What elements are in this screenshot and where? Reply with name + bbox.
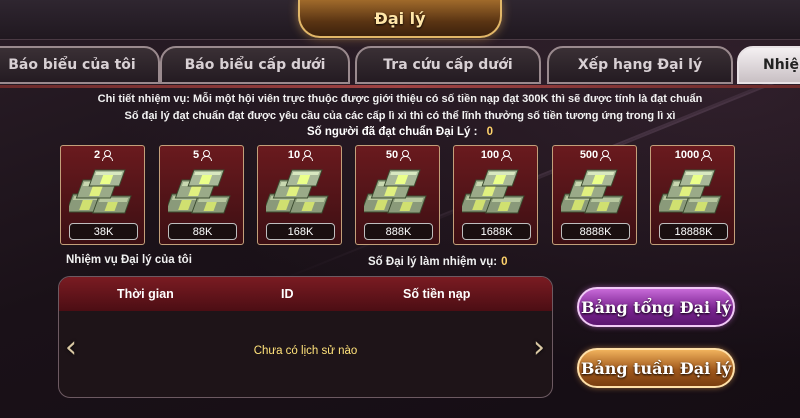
reward-card-head: 2 bbox=[61, 146, 144, 164]
reward-card: 10 168K bbox=[257, 145, 342, 245]
reward-agent-count: 50 bbox=[385, 149, 399, 161]
agents-on-mission-label: Số Đại lý làm nhiệm vụ: bbox=[368, 256, 498, 268]
column-time: Thời gian bbox=[117, 287, 174, 301]
qualified-count-row: Số người đã đạt chuẩn Đại Lý : 0 bbox=[0, 126, 800, 138]
reward-amount: 1688K bbox=[462, 223, 531, 240]
column-deposit: Số tiền nạp bbox=[403, 287, 471, 301]
person-icon bbox=[302, 150, 314, 161]
reward-agent-count: 5 bbox=[192, 149, 200, 161]
reward-amount: 38K bbox=[69, 223, 138, 240]
reward-card: 100 1688K bbox=[453, 145, 538, 245]
my-mission-label: Nhiệm vụ Đại lý của tôi bbox=[66, 254, 192, 266]
next-arrow-icon[interactable]: › bbox=[530, 330, 548, 365]
tab-bar: Báo biểu của tôi Báo biểu cấp dưới Tra c… bbox=[0, 46, 800, 86]
money-stack-icon bbox=[168, 169, 231, 214]
person-icon bbox=[600, 150, 612, 161]
money-stack-icon bbox=[266, 169, 329, 214]
agents-on-mission-row: Số Đại lý làm nhiệm vụ: 0 bbox=[368, 256, 508, 268]
reward-card: 2 38K bbox=[60, 145, 145, 245]
history-panel: Thời gian ID Số tiền nạp Chưa có lịch sử… bbox=[58, 276, 553, 398]
weekly-agent-board-button[interactable]: Bảng tuần Đại lý bbox=[577, 348, 735, 388]
reward-card: 50 888K bbox=[355, 145, 440, 245]
tab-my-report[interactable]: Báo biểu của tôi bbox=[0, 46, 160, 84]
reward-agent-count: 500 bbox=[579, 149, 599, 161]
mission-rule: Số đại lý đạt chuẩn đạt được yêu cầu của… bbox=[124, 110, 676, 122]
page-title: Đại lý bbox=[374, 8, 426, 28]
reward-agent-count: 10 bbox=[287, 149, 301, 161]
history-header: Thời gian ID Số tiền nạp bbox=[59, 277, 552, 311]
reward-card-head: 5 bbox=[160, 146, 243, 164]
money-stack-icon bbox=[462, 169, 525, 214]
top-bar: Đại lý bbox=[0, 0, 800, 40]
person-icon bbox=[201, 150, 213, 161]
title-plate: Đại lý bbox=[298, 0, 502, 38]
reward-card-head: 10 bbox=[258, 146, 341, 164]
reward-agent-count: 1000 bbox=[674, 149, 700, 161]
tab-divider bbox=[0, 85, 800, 88]
qualified-count-value: 0 bbox=[486, 126, 494, 138]
total-agent-board-button[interactable]: Bảng tổng Đại lý bbox=[577, 287, 735, 327]
reward-card-head: 100 bbox=[454, 146, 537, 164]
agents-on-mission-value: 0 bbox=[501, 256, 508, 268]
person-icon bbox=[400, 150, 412, 161]
reward-agent-count: 2 bbox=[93, 149, 101, 161]
reward-amount: 18888K bbox=[659, 223, 728, 240]
history-empty-text: Chưa có lịch sử nào bbox=[253, 345, 358, 357]
reward-amount: 88K bbox=[168, 223, 237, 240]
money-stack-icon bbox=[659, 169, 722, 214]
money-stack-icon bbox=[561, 169, 624, 214]
reward-card: 1000 18888K bbox=[650, 145, 735, 245]
prev-arrow-icon[interactable]: ‹ bbox=[62, 330, 80, 365]
reward-card: 500 8888K bbox=[552, 145, 637, 245]
mission-detail: Chi tiết nhiệm vụ: Mỗi một hội viên trực… bbox=[97, 93, 703, 105]
reward-amount: 888K bbox=[364, 223, 433, 240]
reward-agent-count: 100 bbox=[480, 149, 500, 161]
reward-card-head: 500 bbox=[553, 146, 636, 164]
column-id: ID bbox=[281, 287, 294, 301]
person-icon bbox=[701, 150, 713, 161]
money-stack-icon bbox=[69, 169, 132, 214]
tab-sub-report[interactable]: Báo biểu cấp dưới bbox=[160, 46, 350, 84]
reward-amount: 168K bbox=[266, 223, 335, 240]
tab-agent-ranking[interactable]: Xếp hạng Đại lý bbox=[547, 46, 733, 84]
person-icon bbox=[102, 150, 114, 161]
reward-card-head: 1000 bbox=[651, 146, 734, 164]
tab-sub-lookup[interactable]: Tra cứu cấp dưới bbox=[355, 46, 541, 84]
qualified-count-label: Số người đã đạt chuẩn Đại Lý : bbox=[306, 126, 478, 138]
money-stack-icon bbox=[364, 169, 427, 214]
person-icon bbox=[501, 150, 513, 161]
reward-amount: 8888K bbox=[561, 223, 630, 240]
reward-card-head: 50 bbox=[356, 146, 439, 164]
reward-card: 5 88K bbox=[159, 145, 244, 245]
tab-mission[interactable]: Nhiệ bbox=[737, 46, 800, 84]
